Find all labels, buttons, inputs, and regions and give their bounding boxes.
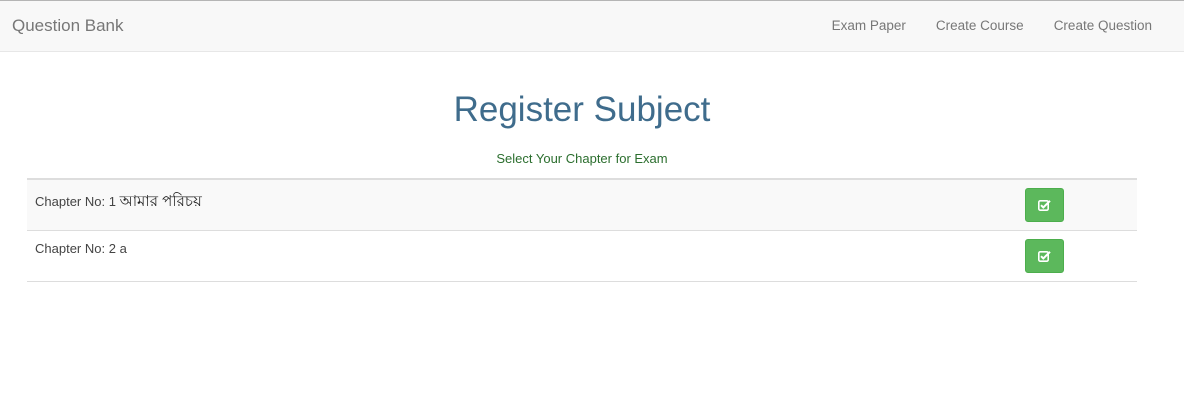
chapter-label: Chapter No: 1 আমার পরিচয়: [35, 190, 202, 215]
nav-links: Exam Paper Create Course Create Question: [832, 18, 1152, 33]
check-square-icon: [1038, 250, 1051, 262]
check-square-icon: [1038, 199, 1051, 211]
chapter-number: Chapter No: 1: [35, 194, 116, 209]
page-subtitle: Select Your Chapter for Exam: [496, 151, 668, 166]
chapter-row: Chapter No: 1 আমার পরিচয়: [27, 180, 1137, 231]
chapter-name: a: [119, 241, 127, 256]
chapter-name: আমার পরিচয়: [119, 193, 202, 210]
nav-link-create-course[interactable]: Create Course: [936, 18, 1024, 33]
top-navbar: Question Bank Exam Paper Create Course C…: [0, 0, 1184, 52]
nav-link-exam-paper[interactable]: Exam Paper: [832, 18, 906, 33]
nav-link-create-question[interactable]: Create Question: [1054, 18, 1152, 33]
select-chapter-button[interactable]: [1025, 188, 1064, 222]
page-title: Register Subject: [453, 90, 711, 129]
brand-link[interactable]: Question Bank: [12, 16, 124, 36]
chapter-row: Chapter No: 2 a: [27, 231, 1137, 282]
chapter-number: Chapter No: 2: [35, 241, 116, 256]
chapter-table: Chapter No: 1 আমার পরিচয় Chapter No: 2 …: [27, 178, 1137, 282]
chapter-label: Chapter No: 2 a: [35, 241, 127, 256]
select-chapter-button[interactable]: [1025, 239, 1064, 273]
